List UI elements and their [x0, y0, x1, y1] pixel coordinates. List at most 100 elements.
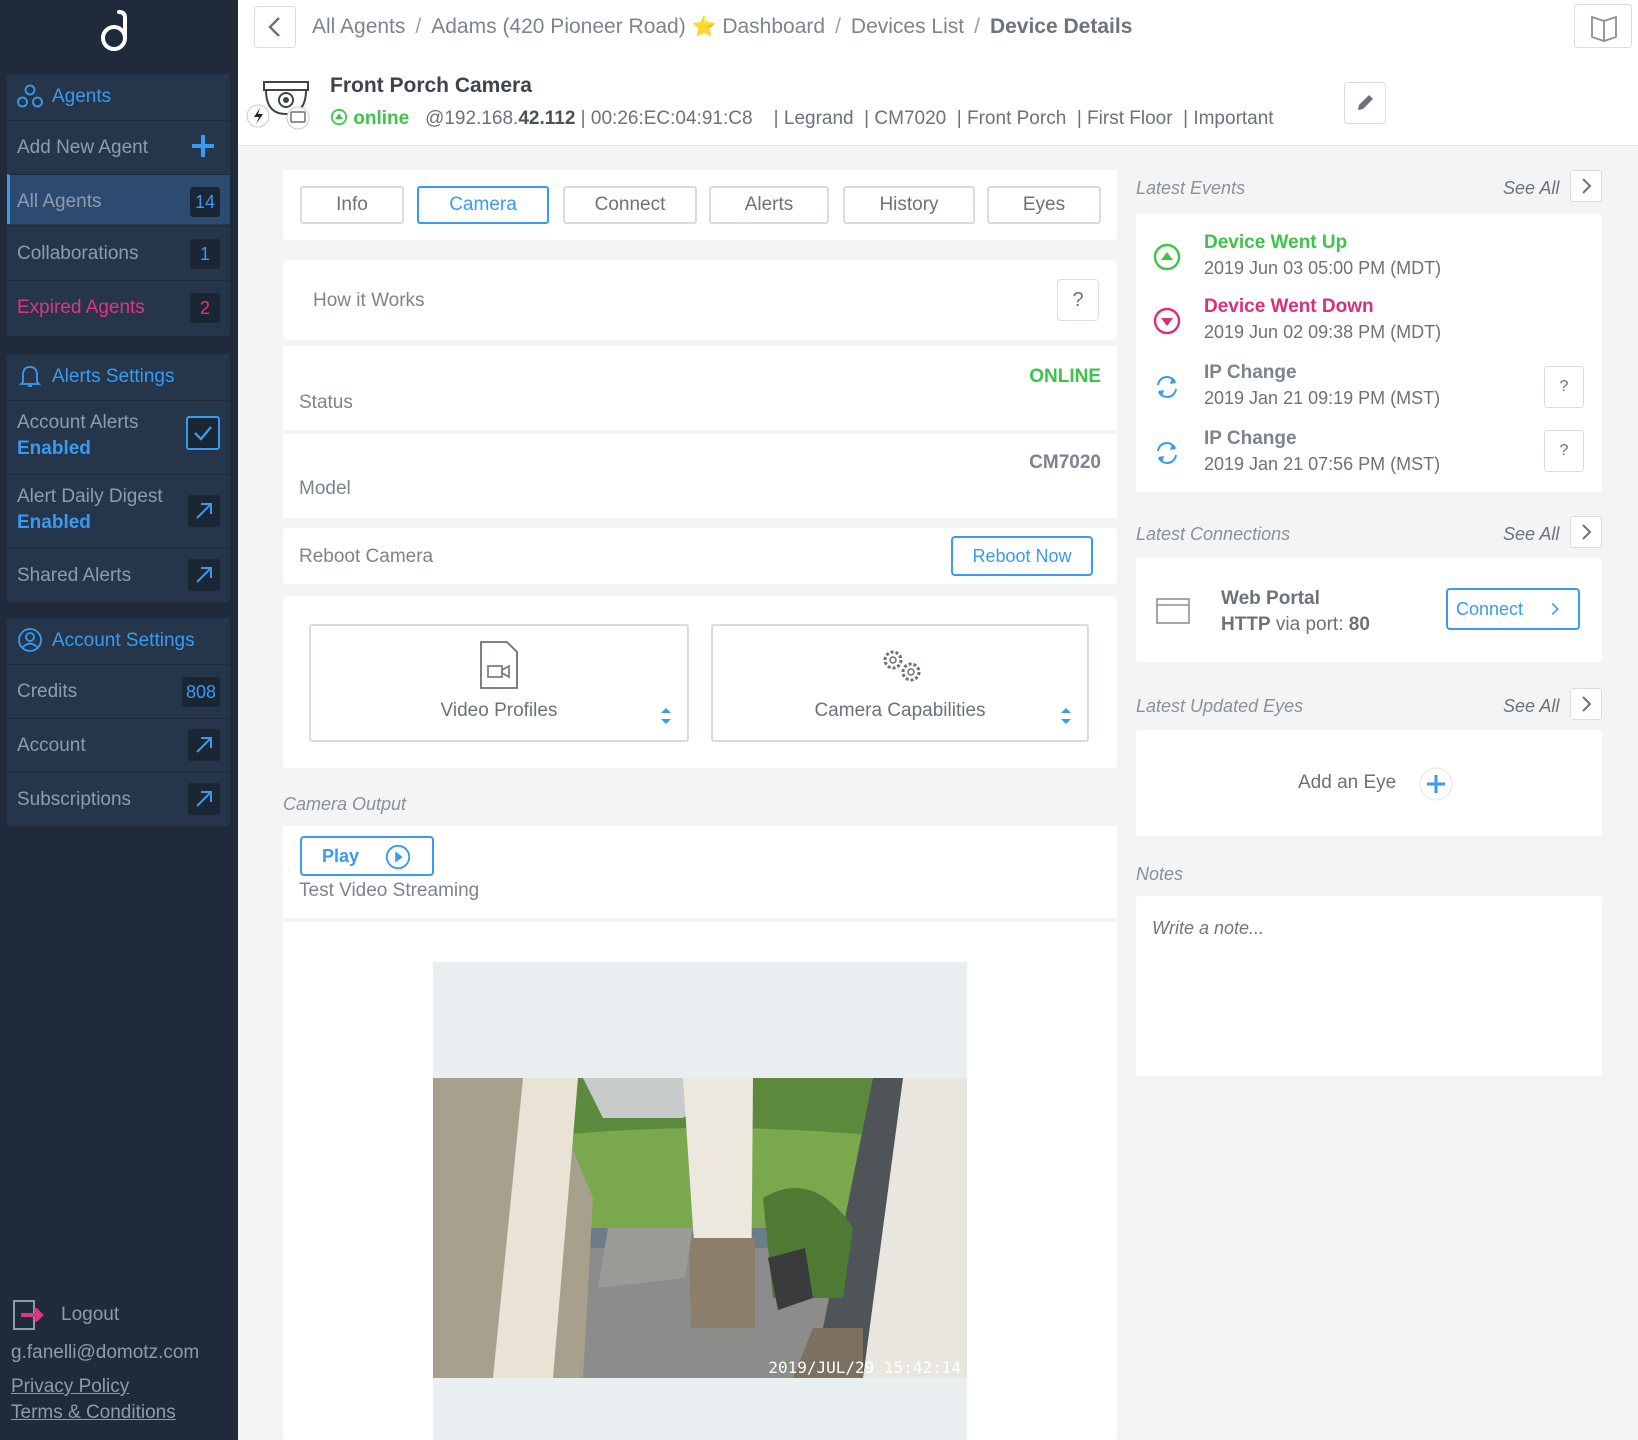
camera-device-icon	[246, 81, 310, 130]
event-title: IP Change	[1204, 362, 1297, 383]
video-output-area: 2019/JUL/29 15:42:14	[283, 922, 1117, 1440]
tab-alerts[interactable]: Alerts	[709, 186, 829, 224]
breadcrumb-devices-list[interactable]: Devices List	[851, 15, 964, 38]
privacy-policy-link[interactable]: Privacy Policy	[11, 1376, 129, 1397]
agents-group: Agents Add New Agent All Agents 14 Colla…	[7, 74, 230, 336]
alerts-settings-header[interactable]: Alerts Settings	[7, 354, 230, 400]
events-see-all-button[interactable]	[1570, 170, 1602, 202]
notes-input[interactable]	[1136, 896, 1602, 1076]
event-item[interactable]: Device Went Down 2019 Jun 02 09:38 PM (M…	[1136, 292, 1602, 354]
event-help-button[interactable]: ?	[1544, 366, 1584, 408]
all-agents-count: 14	[190, 187, 220, 217]
external-link-icon[interactable]	[188, 783, 220, 815]
eyes-see-all-button[interactable]	[1570, 688, 1602, 720]
video-file-icon	[480, 641, 518, 689]
how-it-works-label: How it Works	[313, 290, 425, 311]
event-item[interactable]: IP Change 2019 Jan 21 09:19 PM (MST) ?	[1136, 358, 1602, 420]
tab-info[interactable]: Info	[300, 186, 404, 224]
collaborations-count: 1	[190, 239, 220, 269]
latest-connections-title: Latest Connections	[1136, 524, 1291, 544]
tab-history[interactable]: History	[843, 186, 975, 224]
book-button[interactable]	[1574, 4, 1632, 48]
sidebar-item-alert-daily-digest[interactable]: Alert Daily Digest Enabled	[7, 474, 230, 548]
sidebar-item-account[interactable]: Account	[7, 718, 230, 770]
add-eye-button[interactable]: Add an Eye	[1296, 764, 1456, 804]
external-link-icon[interactable]	[188, 495, 220, 527]
event-item[interactable]: IP Change 2019 Jan 21 07:56 PM (MST) ?	[1136, 424, 1602, 486]
event-item[interactable]: Device Went Up 2019 Jun 03 05:00 PM (MDT…	[1136, 228, 1602, 290]
status-row: ONLINE Status	[283, 346, 1117, 430]
plus-circle-icon	[1419, 767, 1453, 801]
account-settings-header[interactable]: Account Settings	[7, 618, 230, 664]
tab-camera[interactable]: Camera	[417, 186, 549, 224]
external-link-icon[interactable]	[188, 559, 220, 591]
agents-header[interactable]: Agents	[7, 74, 230, 120]
arrow-up-circle-icon	[1153, 243, 1181, 271]
video-profiles-tile[interactable]: Video Profiles	[309, 624, 689, 742]
connection-name: Web Portal	[1221, 588, 1320, 609]
camera-capabilities-tile[interactable]: Camera Capabilities	[711, 624, 1089, 742]
sidebar-item-account-alerts[interactable]: Account Alerts Enabled	[7, 400, 230, 474]
edit-button[interactable]	[1344, 82, 1386, 124]
refresh-icon	[1157, 442, 1177, 464]
video-frame: 2019/JUL/29 15:42:14	[433, 962, 967, 1440]
collaborations-label: Collaborations	[17, 243, 139, 264]
alerts-group: Alerts Settings Account Alerts Enabled Al…	[7, 354, 230, 602]
sidebar-item-credits[interactable]: Credits 808	[7, 664, 230, 716]
breadcrumb-dashboard[interactable]: Dashboard	[722, 15, 825, 38]
play-label: Play	[322, 846, 360, 866]
tab-eyes[interactable]: Eyes	[987, 186, 1101, 224]
breadcrumb-agent[interactable]: Adams (420 Pioneer Road)	[431, 15, 685, 38]
top-bar: All Agents / Adams (420 Pioneer Road) ⭐ Da…	[238, 0, 1638, 56]
device-info-line: online @192.168.42.112 | 00:26:EC:04:91:…	[330, 108, 1274, 130]
help-button[interactable]: ?	[1057, 279, 1099, 321]
event-help-button[interactable]: ?	[1544, 430, 1584, 472]
sort-arrows-icon	[1061, 708, 1071, 724]
account-label: Account	[17, 735, 86, 756]
plus-icon[interactable]	[190, 133, 216, 159]
model-label: Model	[299, 478, 351, 499]
logout-button[interactable]: Logout	[11, 1298, 191, 1332]
event-date: 2019 Jan 21 09:19 PM (MST)	[1204, 388, 1441, 408]
sidebar-item-shared-alerts[interactable]: Shared Alerts	[7, 548, 230, 600]
external-link-icon[interactable]	[188, 729, 220, 761]
reboot-row: Reboot Camera Reboot Now	[283, 528, 1117, 584]
device-name: Front Porch Camera	[330, 74, 532, 97]
logout-icon	[13, 1300, 44, 1330]
sidebar-item-all-agents[interactable]: All Agents 14	[7, 174, 230, 224]
sidebar-item-subscriptions[interactable]: Subscriptions	[7, 772, 230, 824]
arrow-down-circle-icon	[1153, 307, 1181, 335]
event-title: Device Went Up	[1204, 232, 1348, 253]
back-button[interactable]	[254, 6, 296, 48]
test-streaming-label: Test Video Streaming	[299, 880, 480, 901]
refresh-icon	[1157, 376, 1177, 398]
connections-see-all-button[interactable]	[1570, 516, 1602, 548]
expired-agents-label: Expired Agents	[17, 297, 145, 318]
chevron-right-icon	[1582, 524, 1592, 540]
domotz-logo[interactable]	[96, 8, 140, 54]
expired-agents-count: 2	[190, 293, 220, 323]
camera-tiles: Video Profiles Camera Capabilities	[283, 596, 1117, 768]
breadcrumb-all-agents[interactable]: All Agents	[312, 15, 405, 38]
event-title: Device Went Down	[1204, 296, 1374, 317]
book-icon	[1591, 15, 1617, 42]
play-row: Play Test Video Streaming	[283, 826, 1117, 918]
eyes-see-all[interactable]: See All	[1503, 696, 1559, 717]
logout-label: Logout	[61, 1304, 120, 1325]
play-button[interactable]: Play	[300, 836, 434, 876]
connect-button[interactable]: Connect	[1446, 588, 1580, 630]
add-new-agent-item[interactable]: Add New Agent	[7, 120, 230, 172]
device-ip-prefix: @192.168.	[425, 108, 519, 129]
reboot-now-button[interactable]: Reboot Now	[951, 536, 1093, 576]
tab-connect[interactable]: Connect	[563, 186, 697, 224]
terms-link[interactable]: Terms & Conditions	[11, 1402, 176, 1423]
device-status: online	[353, 108, 410, 129]
events-see-all[interactable]: See All	[1503, 178, 1559, 199]
connections-see-all[interactable]: See All	[1503, 524, 1559, 545]
sidebar-item-expired-agents[interactable]: Expired Agents 2	[7, 280, 230, 332]
account-alerts-checkbox[interactable]	[186, 416, 220, 450]
sort-arrows-icon	[661, 708, 671, 724]
device-header: Front Porch Camera online @192.168.42.11…	[238, 56, 1638, 146]
sidebar-item-collaborations[interactable]: Collaborations 1	[7, 226, 230, 278]
star-icon[interactable]: ⭐	[692, 16, 717, 38]
